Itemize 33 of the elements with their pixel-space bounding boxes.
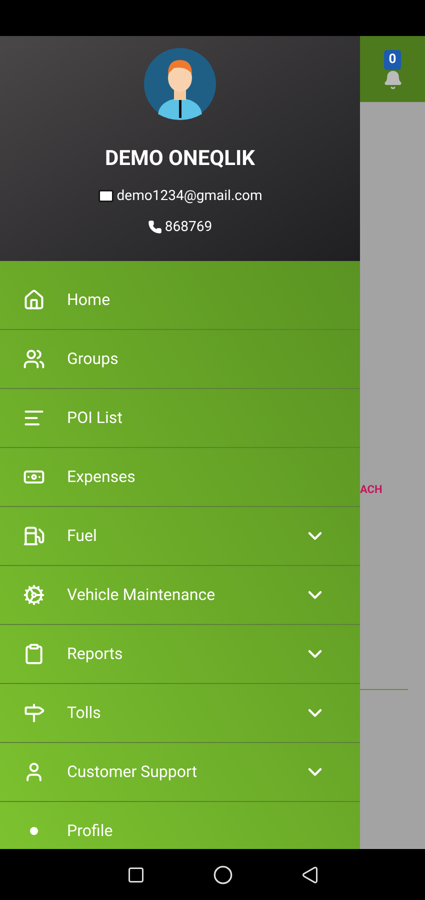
phone-icon [148,220,162,234]
signpost-icon [23,702,45,724]
back-button[interactable] [300,866,318,884]
menu-label: Vehicle Maintenance [67,584,216,606]
mail-icon [98,188,114,204]
menu-item[interactable]: Fuel [0,507,360,566]
menu-label: Home [67,289,112,311]
bell-icon[interactable] [382,70,402,90]
avatar [144,48,216,120]
menu-item[interactable]: Home [0,271,360,330]
menu-label: Groups [67,348,120,370]
menu-label: Customer Support [67,761,198,783]
notification-badge: 0 [384,50,402,70]
gear-icon [23,584,45,606]
menu-item[interactable]: Reports [0,625,360,684]
user-name: DEMO ONEQLIK [105,146,255,173]
background-text: ACH [360,482,384,498]
menu-item[interactable]: Expenses [0,448,360,507]
menu-label: Tolls [67,702,102,724]
fuel-pump-icon [23,525,45,547]
menu-item[interactable]: Vehicle Maintenance [0,566,360,625]
home-button[interactable] [212,864,232,884]
home-icon [23,289,45,311]
menu-label: Fuel [67,525,98,547]
people-icon [23,348,45,370]
menu-label: Expenses [67,466,136,488]
user-email: demo1234@gmail.com [116,186,262,206]
menu-label: Reports [67,643,124,665]
menu-label: POI List [67,407,124,429]
menu-label: Profile [67,820,114,842]
clipboard-icon [23,643,45,665]
recent-apps-button[interactable] [126,866,144,884]
user-phone: 868769 [164,218,212,236]
